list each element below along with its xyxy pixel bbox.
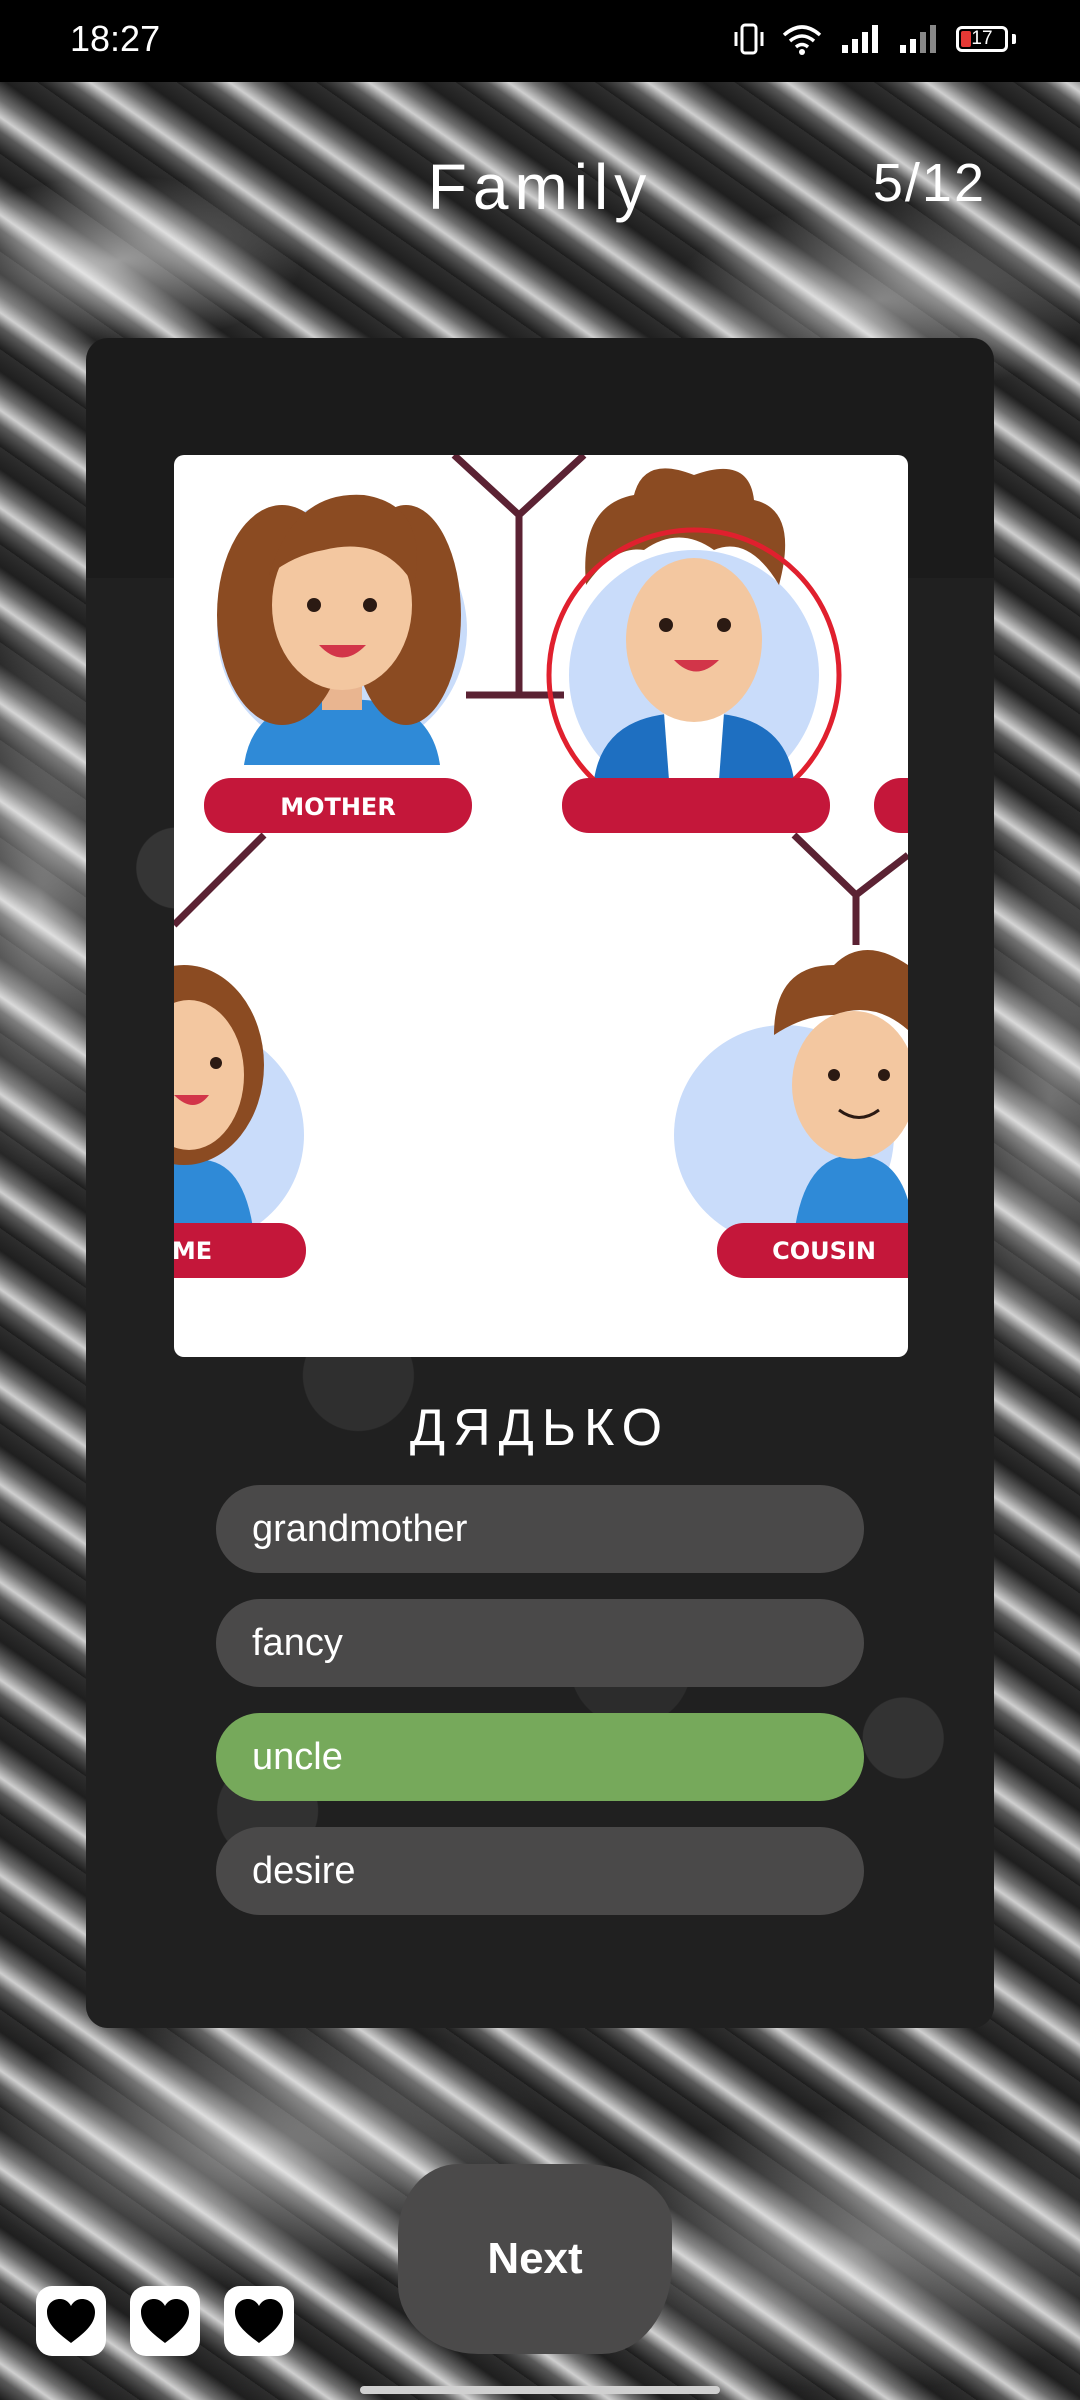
answer-option-label: fancy bbox=[252, 1621, 343, 1664]
signal-icon bbox=[842, 25, 878, 53]
partial-label-right bbox=[874, 778, 908, 833]
heart-icon bbox=[47, 2299, 95, 2343]
signal-icon-2 bbox=[900, 25, 936, 53]
answer-option-uncle[interactable]: uncle bbox=[216, 1713, 864, 1801]
answer-option-label: uncle bbox=[252, 1735, 343, 1778]
battery-level: 17 bbox=[971, 28, 993, 49]
mother-figure bbox=[217, 494, 467, 765]
lives-indicator bbox=[36, 2286, 294, 2356]
answer-option-label: desire bbox=[252, 1849, 356, 1892]
answer-option-grandmother[interactable]: grandmother bbox=[216, 1485, 864, 1573]
family-tree-illustration: MOTHER ME COUSIN bbox=[174, 455, 908, 1278]
answer-option-desire[interactable]: desire bbox=[216, 1827, 864, 1915]
uncle-label-bg bbox=[562, 778, 830, 833]
status-icons: 17 bbox=[734, 22, 1016, 56]
cousin-figure bbox=[674, 950, 908, 1245]
life-heart bbox=[130, 2286, 200, 2356]
mother-label: MOTHER bbox=[280, 793, 396, 821]
status-bar: 18:27 17 bbox=[0, 0, 1080, 82]
family-tree-image: MOTHER ME COUSIN bbox=[174, 455, 908, 1357]
question-counter: 5/12 bbox=[872, 153, 986, 213]
cousin-label: COUSIN bbox=[772, 1237, 876, 1265]
next-button[interactable]: Next bbox=[398, 2164, 672, 2354]
next-button-label: Next bbox=[487, 2234, 583, 2283]
partial-left-label: ME bbox=[174, 1237, 212, 1265]
heart-icon bbox=[235, 2299, 283, 2343]
answer-option-label: grandmother bbox=[252, 1507, 468, 1550]
answer-option-fancy[interactable]: fancy bbox=[216, 1599, 864, 1687]
uncle-figure bbox=[569, 468, 819, 800]
home-indicator[interactable] bbox=[360, 2386, 720, 2394]
quiz-word: ДЯДЬКО bbox=[409, 1399, 671, 1457]
battery-icon: 17 bbox=[956, 26, 1008, 52]
wifi-icon bbox=[782, 25, 822, 55]
life-heart bbox=[224, 2286, 294, 2356]
life-heart bbox=[36, 2286, 106, 2356]
vibrate-icon bbox=[734, 23, 764, 55]
heart-icon bbox=[141, 2299, 189, 2343]
partial-left-figure bbox=[174, 965, 304, 1245]
status-time: 18:27 bbox=[70, 18, 161, 59]
